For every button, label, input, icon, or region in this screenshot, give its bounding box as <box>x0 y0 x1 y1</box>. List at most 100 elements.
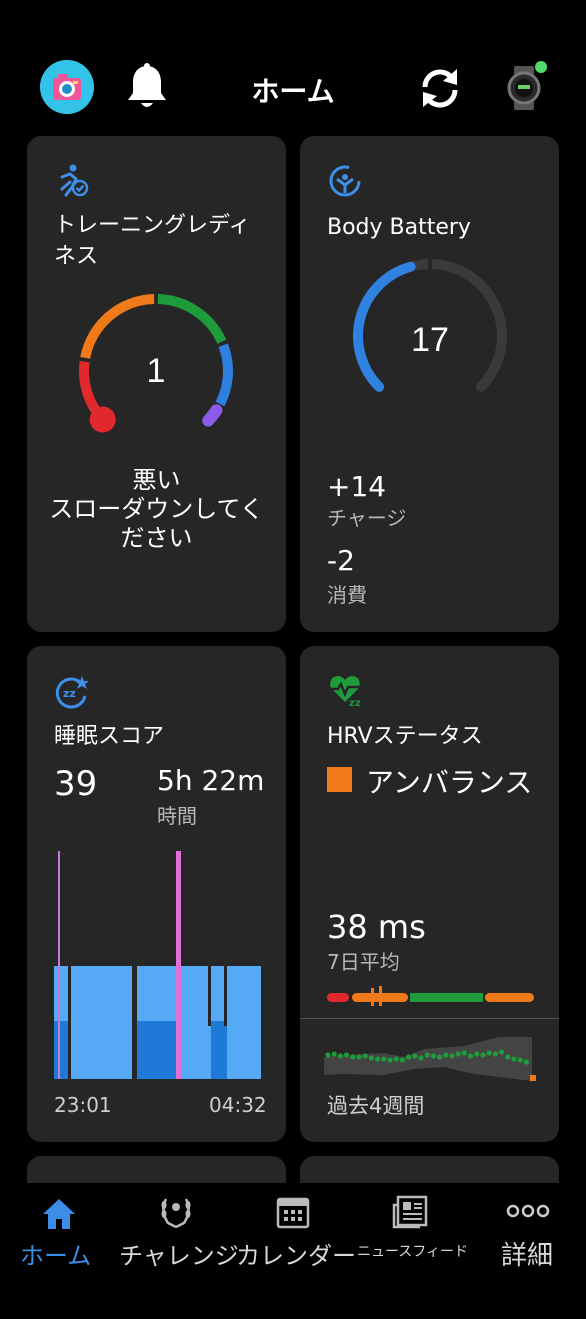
drain-label: 消費 <box>327 583 367 607</box>
sleep-icon: zz <box>54 674 90 710</box>
hrv-trend-dot <box>461 1050 467 1056</box>
hrv-trend-dot <box>418 1055 424 1061</box>
hrv-trend-dot <box>511 1056 517 1062</box>
hrv-trend-dot <box>406 1054 412 1060</box>
sleep-end-time: 04:32 <box>209 1093 267 1117</box>
body-battery-label: Body Battery <box>327 215 471 240</box>
hrv-trend-dot <box>437 1054 443 1060</box>
sleep-deep-block <box>137 1021 179 1079</box>
hrv-trend-dot <box>393 1056 399 1062</box>
nav-newsfeed-label: ニュースフィード <box>357 1244 469 1260</box>
hrv-trend-dot <box>412 1053 418 1059</box>
nav-newsfeed[interactable]: ニュースフィード <box>352 1183 470 1283</box>
newsfeed-icon <box>392 1195 428 1229</box>
nav-challenge-label: チャレンジ <box>119 1242 239 1270</box>
hrv-trend-dot <box>387 1057 393 1063</box>
bottom-navigation: ホーム チャレンジ カレンダー ニュースフィード 詳細 <box>0 1183 586 1319</box>
more-dots-icon <box>506 1204 550 1218</box>
sleep-deep-block <box>211 1021 227 1079</box>
hrv-heart-icon: zz <box>327 672 363 709</box>
hrv-trend-dot <box>499 1049 505 1055</box>
home-icon <box>43 1199 75 1229</box>
training-readiness-label: トレーニングレディ ネス <box>54 213 251 269</box>
sleep-awake-gap <box>132 966 137 1079</box>
training-readiness-icon <box>54 163 90 199</box>
hrv-trend-chart <box>324 1037 536 1081</box>
body-battery-icon <box>327 163 363 199</box>
sleep-rem-marker <box>58 851 60 1079</box>
nav-more[interactable]: 詳細 <box>470 1183 586 1283</box>
sleep-awake-gap <box>68 966 71 1079</box>
drain-value: -2 <box>327 544 355 577</box>
hrv-trend-dot <box>468 1053 474 1059</box>
hrv-range-bar <box>327 986 534 1006</box>
body-battery-gauge: 17 <box>353 256 507 392</box>
hrv-trend-dot <box>356 1054 362 1060</box>
training-readiness-score: 1 <box>147 352 166 390</box>
nav-more-label: 詳細 <box>501 1241 554 1271</box>
laurel-icon <box>161 1198 191 1229</box>
body-battery-card[interactable]: Body Battery 17 +14 チャージ -2 消費 <box>300 136 559 632</box>
hrv-status-swatch <box>327 767 352 792</box>
nav-calendar-label: カレンダー <box>236 1242 356 1270</box>
sleep-start-time: 23:01 <box>54 1093 112 1117</box>
hrv-range-marker <box>379 986 382 1006</box>
hrv-trend-dot <box>375 1056 381 1062</box>
sleep-deep-block <box>54 1021 68 1079</box>
nav-challenge[interactable]: チャレンジ <box>118 1183 239 1283</box>
hrv-average-label: 7日平均 <box>327 950 400 974</box>
svg-text:zz: zz <box>63 687 76 700</box>
nav-home[interactable]: ホーム <box>0 1183 118 1283</box>
hrv-trend-dot <box>523 1059 529 1065</box>
hrv-trend-dot <box>492 1051 498 1057</box>
sleep-score-label: 睡眠スコア <box>54 724 165 749</box>
training-readiness-card[interactable]: トレーニングレディ ネス 1 悪い スローダウンしてく ださい <box>27 136 286 632</box>
training-readiness-gauge: 1 <box>79 294 233 433</box>
hrv-trend-label: 過去4週間 <box>327 1094 425 1118</box>
hrv-trend-dot <box>368 1055 374 1061</box>
hrv-trend-dot <box>424 1052 430 1058</box>
sleep-awake-gap <box>224 966 227 1026</box>
charge-value: +14 <box>327 470 387 503</box>
sleep-awake-gap <box>208 966 211 1026</box>
hrv-trend-dot <box>362 1053 368 1059</box>
hrv-status-value: アンバランス <box>366 766 533 799</box>
sleep-stages-chart <box>54 851 261 1079</box>
hrv-trend-dot <box>486 1050 492 1056</box>
nav-home-label: ホーム <box>20 1242 92 1270</box>
nav-calendar[interactable]: カレンダー <box>234 1183 356 1283</box>
hrv-trend-dot <box>505 1054 511 1060</box>
hrv-trend-dot <box>449 1053 455 1059</box>
hrv-trend-dot <box>474 1051 480 1057</box>
sleep-score-value: 39 <box>54 764 98 804</box>
sleep-score-card[interactable]: zz 睡眠スコア 39 5h 22m 時間 23:01 04:32 <box>27 646 286 1142</box>
charge-label: チャージ <box>327 506 407 530</box>
hrv-trend-dot <box>381 1056 387 1062</box>
hrv-status-card[interactable]: zz HRVステータス アンバランス 38 ms 7日平均 過去4週間 <box>300 646 559 1142</box>
top-bar: ホーム <box>0 0 586 133</box>
page-title: ホーム <box>251 75 335 108</box>
watch-device-icon[interactable] <box>500 60 550 116</box>
hrv-average-value: 38 ms <box>327 908 426 946</box>
hrv-trend-dot <box>430 1053 436 1059</box>
sleep-duration: 5h 22m <box>157 764 265 797</box>
hrv-trend-dot <box>337 1053 343 1059</box>
sleep-rem-marker <box>176 851 181 1079</box>
hrv-trend-dot <box>517 1057 523 1063</box>
training-readiness-status: 悪い スローダウンしてく ださい <box>49 466 264 552</box>
svg-text:zz: zz <box>349 698 361 708</box>
readiness-marker <box>89 406 116 433</box>
hrv-trend-dot <box>331 1051 337 1057</box>
sync-icon[interactable] <box>415 63 465 113</box>
calendar-icon <box>276 1197 310 1229</box>
hrv-trend-dot <box>325 1052 331 1058</box>
body-battery-value: 17 <box>411 321 449 359</box>
sleep-duration-label: 時間 <box>157 804 197 828</box>
hrv-status-label: HRVステータス <box>327 724 483 749</box>
hrv-trend-dot <box>350 1054 356 1060</box>
hrv-divider <box>300 1018 559 1019</box>
hrv-trend-dot <box>344 1052 350 1058</box>
hrv-trend-dot <box>399 1057 405 1063</box>
hrv-trend-dot <box>443 1052 449 1058</box>
hrv-trend-dot <box>455 1051 461 1057</box>
